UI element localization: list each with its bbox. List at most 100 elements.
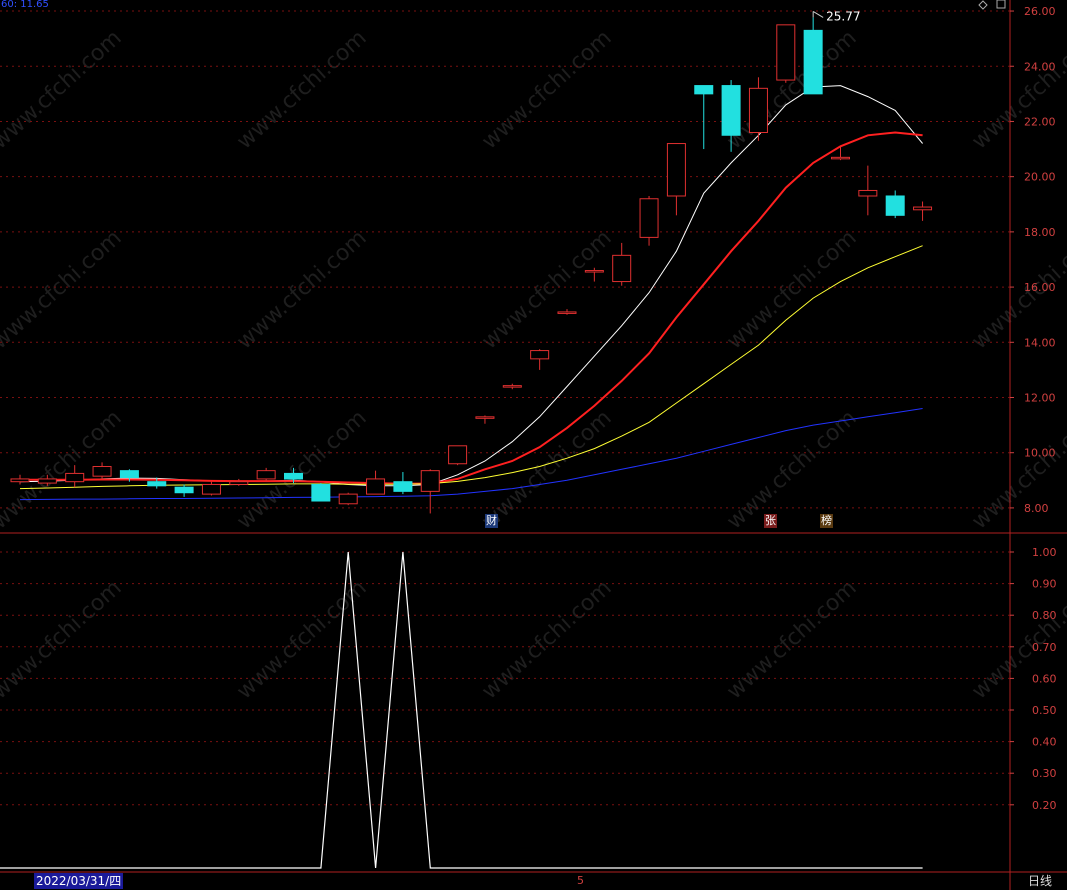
price-tick-label: 8.00 (1024, 502, 1049, 515)
watermark-text: www.cfchi.com (0, 576, 127, 705)
candle[interactable] (831, 146, 850, 161)
watermark-text: www.cfchi.com (0, 226, 127, 355)
candle-body (584, 270, 604, 273)
candle[interactable] (420, 469, 440, 514)
candle[interactable] (229, 478, 249, 486)
top-right-icons[interactable] (978, 0, 1006, 10)
price-tick-label: 14.00 (1024, 336, 1056, 349)
candle[interactable] (584, 267, 604, 282)
price-tick-label: 16.00 (1024, 281, 1056, 294)
price-tick-label: 10.00 (1024, 447, 1056, 460)
indicator-tick-label: 0.40 (1032, 736, 1057, 749)
limit-up-badge[interactable]: 张 (764, 514, 777, 528)
diamond-icon[interactable] (978, 0, 988, 10)
candle-body (119, 470, 139, 479)
watermark-text: www.cfchi.com (967, 26, 1067, 155)
candle-body (448, 445, 468, 465)
watermark-text: www.cfchi.com (477, 226, 616, 355)
candle-body (174, 486, 194, 494)
watermark-text: www.cfchi.com (477, 576, 616, 705)
candle[interactable] (639, 195, 659, 246)
price-tick-label: 26.00 (1024, 5, 1056, 18)
candle-body (666, 143, 686, 197)
ranking-badge[interactable]: 榜 (820, 514, 833, 528)
candle-body (694, 85, 714, 95)
indicator-tick-label: 0.90 (1032, 578, 1057, 591)
indicator-tick-label: 0.70 (1032, 641, 1057, 654)
candle-body (311, 483, 331, 502)
candle-body (831, 156, 850, 160)
candle-body (256, 470, 276, 480)
max-price-annotation: 25.77 (812, 9, 861, 23)
watermark-layer: www.cfchi.com www.cfchi.com www.cfchi.com w… (0, 26, 1067, 705)
candle[interactable] (475, 415, 495, 424)
candle[interactable] (338, 492, 358, 506)
candle[interactable] (803, 17, 823, 95)
candle-body (366, 478, 386, 495)
indicator-tick-label: 0.80 (1032, 609, 1057, 622)
candle-body (65, 472, 85, 483)
candle[interactable] (201, 481, 221, 496)
candle[interactable] (885, 190, 905, 219)
candle[interactable] (311, 483, 331, 502)
candle-body (284, 472, 303, 480)
finance-badge[interactable]: 财 (485, 514, 498, 528)
candle[interactable] (174, 484, 194, 497)
candle[interactable] (92, 462, 112, 479)
watermark-text: www.cfchi.com (232, 26, 371, 155)
watermark-text: www.cfchi.com (477, 26, 616, 155)
candle-body (502, 385, 522, 388)
indicator-tick-label: 0.50 (1032, 704, 1057, 717)
indicator-tick-label: 1.00 (1032, 546, 1057, 559)
candle-body (530, 350, 550, 360)
candle-body (721, 85, 741, 136)
candle[interactable] (913, 201, 933, 221)
stock-chart: www.cfchi.com www.cfchi.com www.cfchi.com w… (0, 0, 1067, 890)
candle-body (420, 470, 440, 492)
max-marker-arrow (812, 10, 824, 18)
candle-body (92, 466, 112, 477)
candle[interactable] (448, 445, 468, 466)
candle-body (748, 87, 768, 134)
candle-body (557, 311, 577, 314)
price-tick-label: 20.00 (1024, 171, 1056, 184)
candle[interactable] (557, 309, 577, 315)
watermark-text: www.cfchi.com (722, 406, 861, 535)
candle-body (885, 195, 905, 216)
candle[interactable] (666, 143, 686, 216)
candle-body (37, 478, 57, 484)
watermark-text: www.cfchi.com (232, 576, 371, 705)
period-tab-daily[interactable]: 日线 (1017, 874, 1063, 889)
period-marker: 5 (577, 874, 584, 887)
candle-body (913, 206, 933, 211)
price-axis: 8.00 10.00 12.00 14.00 16.00 18.00 20.00 22.00 2… (1010, 5, 1057, 812)
candle[interactable] (530, 349, 550, 370)
candle[interactable] (393, 472, 413, 495)
max-price-label: 25.77 (826, 9, 860, 23)
indicator-tick-label: 0.60 (1032, 672, 1057, 685)
candle[interactable] (694, 85, 714, 150)
candle[interactable] (366, 470, 386, 495)
candle-body (475, 416, 495, 419)
watermark-text: www.cfchi.com (722, 226, 861, 355)
window-icon[interactable] (996, 0, 1006, 9)
candle-body (803, 29, 823, 95)
candle-body (338, 493, 358, 505)
candle-body (10, 478, 30, 483)
candle[interactable] (502, 383, 522, 390)
candle[interactable] (776, 24, 796, 83)
price-tick-label: 24.00 (1024, 60, 1056, 73)
cursor-date: 2022/03/31/四 (34, 873, 124, 889)
candle[interactable] (748, 77, 768, 141)
candle[interactable] (858, 165, 878, 216)
candle-body (147, 481, 167, 487)
watermark-text: www.cfchi.com (722, 576, 861, 705)
candle[interactable] (612, 242, 632, 286)
watermark-text: www.cfchi.com (0, 26, 127, 155)
price-tick-label: 22.00 (1024, 115, 1056, 128)
price-tick-label: 18.00 (1024, 226, 1056, 239)
candle-body (201, 483, 221, 495)
watermark-text: www.cfchi.com (232, 406, 371, 535)
candle-body (612, 254, 632, 283)
watermark-text: www.cfchi.com (477, 406, 616, 535)
